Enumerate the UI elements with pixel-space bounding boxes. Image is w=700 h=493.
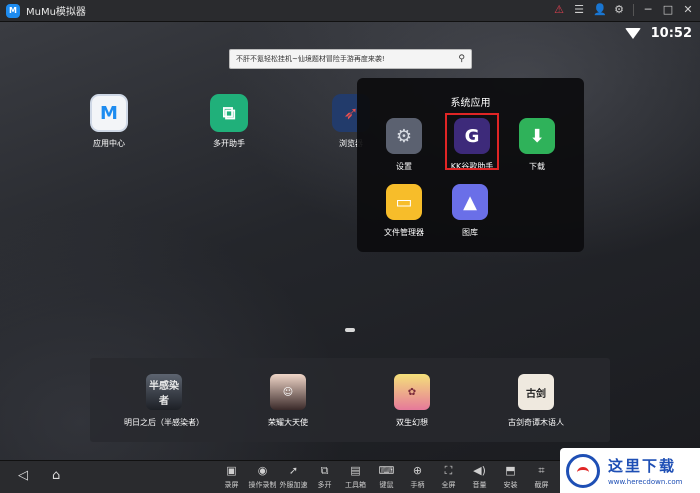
tool-label: 手柄	[410, 481, 425, 489]
game-item[interactable]: 半感染者 明日之后（半感染者）	[104, 374, 224, 428]
search-bar[interactable]: 不肝不氪轻松挂机~仙境题材冒险手游再度来袭! ⚲	[229, 49, 472, 69]
window-controls: ⚠ ☰ 👤 ⚙ ─ □ ✕	[553, 3, 694, 17]
game-item[interactable]: ✿ 双生幻想	[352, 374, 472, 428]
apk-icon: ⬒	[505, 464, 516, 477]
folder-icon: ▭	[386, 184, 422, 220]
back-button[interactable]: ◁	[18, 469, 28, 483]
user-icon[interactable]: 👤	[593, 3, 607, 17]
game-label: 古剑奇谭木语人	[508, 418, 564, 427]
system-apps-folder: 系统应用 ⚙ 设置 G KK谷歌助手 ⬇ 下载 ▭ 文件管理器 ▲ 图库	[357, 78, 584, 252]
tool-keyboard[interactable]: ⌨ 键鼠	[371, 464, 402, 490]
game-icon: 古剑	[518, 374, 554, 410]
settings-icon[interactable]: ⚙	[613, 3, 625, 17]
tool-toolbox[interactable]: ▤ 工具箱	[340, 464, 371, 490]
multi-open-icon: ⧉	[320, 464, 329, 477]
game-icon: ✿	[394, 374, 430, 410]
gallery-icon: ▲	[452, 184, 488, 220]
game-label: 荣耀大天使	[268, 418, 308, 427]
tool-label: 全屏	[441, 481, 456, 489]
game-icon: ☺	[270, 374, 306, 410]
record-icon: ▣	[226, 464, 237, 477]
game-item[interactable]: 古剑 古剑奇谭木语人	[476, 374, 596, 428]
game-label: 双生幻想	[396, 418, 428, 427]
crop-icon: ⌗	[538, 464, 545, 477]
tool-label: 安装	[503, 481, 518, 489]
app-label: 多开助手	[213, 139, 245, 148]
gamepad-icon: ⊕	[412, 464, 423, 477]
home-button[interactable]: ⌂	[52, 469, 60, 483]
watermark-logo-icon	[566, 453, 600, 488]
app-center-icon: M	[90, 94, 128, 132]
alert-icon[interactable]: ⚠	[553, 3, 565, 17]
folder-title: 系统应用	[450, 98, 491, 109]
game-icon: 半感染者	[146, 374, 182, 410]
highlight-box	[445, 113, 499, 170]
game-label: 明日之后（半感染者）	[124, 418, 204, 427]
tool-gamepad[interactable]: ⊕ 手柄	[402, 464, 433, 490]
tool-label: 多开	[317, 481, 332, 489]
app-file-manager[interactable]: ▭ 文件管理器	[374, 184, 434, 238]
app-download[interactable]: ⬇ 下载	[507, 118, 567, 172]
fullscreen-icon: ⛶	[444, 464, 453, 477]
tool-fullscreen[interactable]: ⛶ 全屏	[433, 464, 464, 490]
tool-label: 工具箱	[345, 481, 366, 489]
watermark-url: www.herecdown.com	[608, 478, 683, 486]
tool-screenshot[interactable]: ⌗ 截屏	[526, 464, 557, 490]
volume-icon: ◀)	[473, 464, 486, 477]
search-icon[interactable]: ⚲	[458, 54, 465, 64]
app-label: 图库	[462, 228, 478, 237]
tool-macro[interactable]: ◉ 操作录制	[247, 464, 278, 490]
app-multi-instance[interactable]: ⧉ 多开助手	[194, 94, 264, 149]
tool-label: 操作录制	[248, 481, 277, 489]
rocket-icon: ➚	[288, 464, 299, 477]
watermark-text: 这里下载 www.herecdown.com	[608, 455, 682, 486]
wifi-icon	[624, 28, 641, 39]
divider	[633, 4, 634, 16]
app-app-center[interactable]: M 应用中心	[74, 94, 144, 149]
app-label: 文件管理器	[384, 228, 424, 237]
watermark: 这里下载 www.herecdown.com	[560, 448, 700, 493]
tool-multi-open[interactable]: ⧉ 多开	[309, 464, 340, 490]
multi-instance-icon: ⧉	[210, 94, 248, 132]
status-bar: 10:52	[624, 26, 692, 41]
tool-list: ▣ 录屏 ◉ 操作录制 ➚ 外服加速 ⧉ 多开 ▤ 工具箱 ⌨ 键鼠 ⊕ 手柄 …	[216, 464, 557, 490]
tool-volume[interactable]: ◀) 音量	[464, 464, 495, 490]
mumu-logo-icon: M	[6, 3, 20, 18]
maximize-button[interactable]: □	[662, 3, 674, 17]
title-bar: M MuMu模拟器 ⚠ ☰ 👤 ⚙ ─ □ ✕	[0, 0, 700, 22]
close-button[interactable]: ✕	[682, 3, 694, 17]
page-indicator	[345, 328, 355, 332]
gear-icon: ⚙	[386, 118, 422, 154]
toolbox-icon: ▤	[350, 464, 361, 477]
tool-label: 键鼠	[379, 481, 394, 489]
game-dock: 半感染者 明日之后（半感染者） ☺ 荣耀大天使 ✿ 双生幻想 古剑 古剑奇谭木语…	[90, 358, 610, 442]
window-title: MuMu模拟器	[26, 7, 86, 18]
menu-icon[interactable]: ☰	[573, 3, 585, 17]
tool-label: 截屏	[534, 481, 549, 489]
app-label: 设置	[396, 162, 412, 171]
app-settings[interactable]: ⚙ 设置	[374, 118, 434, 172]
tool-install-apk[interactable]: ⬒ 安装	[495, 464, 526, 490]
minimize-button[interactable]: ─	[642, 3, 654, 17]
tool-label: 外服加速	[279, 481, 308, 489]
app-label: 应用中心	[93, 139, 125, 148]
app-label: 下载	[529, 162, 545, 171]
watermark-title: 这里下载	[608, 457, 677, 475]
keyboard-icon: ⌨	[378, 464, 395, 477]
game-item[interactable]: ☺ 荣耀大天使	[228, 374, 348, 428]
app-gallery[interactable]: ▲ 图库	[440, 184, 500, 238]
clock: 10:52	[650, 26, 692, 41]
macro-icon: ◉	[257, 464, 268, 477]
tool-accelerate[interactable]: ➚ 外服加速	[278, 464, 309, 490]
download-icon: ⬇	[519, 118, 555, 154]
tool-record[interactable]: ▣ 录屏	[216, 464, 247, 490]
tool-label: 录屏	[224, 481, 239, 489]
emulator-screen: 10:52 不肝不氪轻松挂机~仙境题材冒险手游再度来袭! ⚲ M 应用中心 ⧉ …	[0, 22, 700, 460]
search-text: 不肝不氪轻松挂机~仙境题材冒险手游再度来袭!	[236, 55, 385, 63]
tool-label: 音量	[472, 481, 487, 489]
